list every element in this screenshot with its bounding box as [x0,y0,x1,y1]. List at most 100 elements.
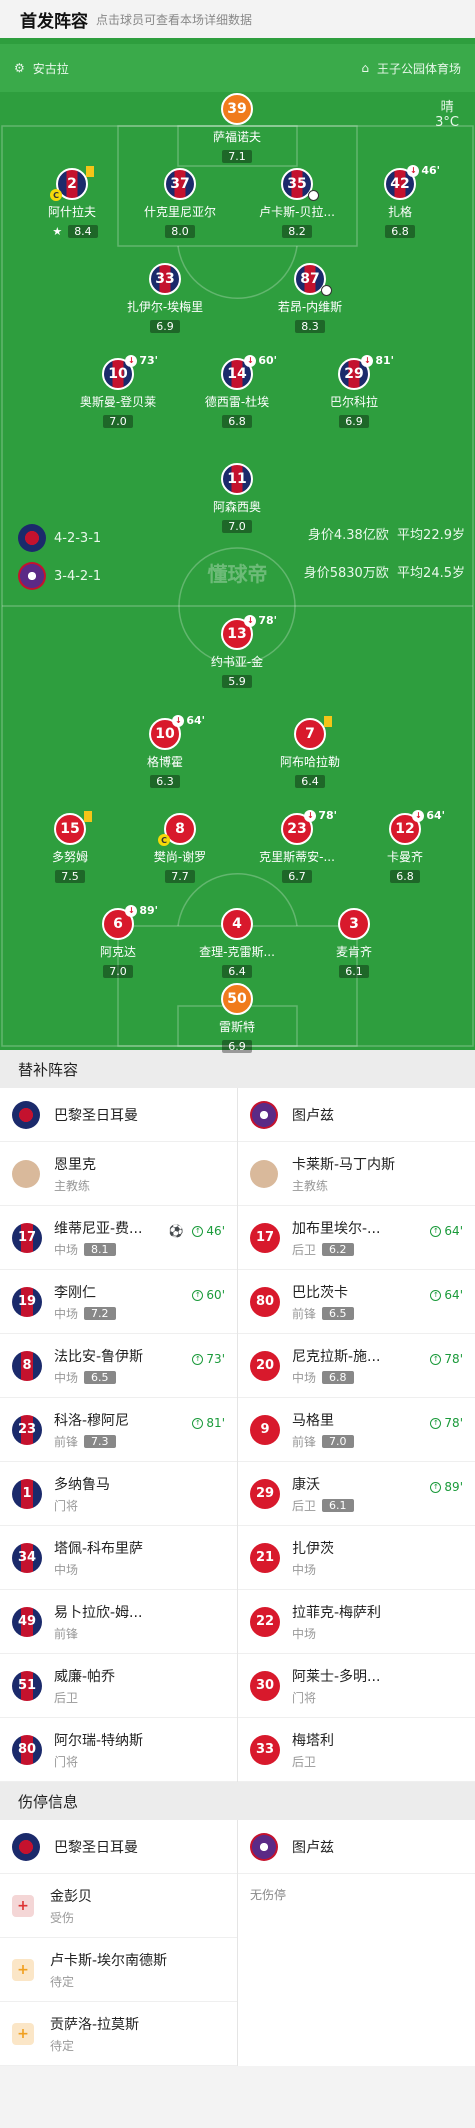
sub-arrow-icon: ↑ [192,1289,204,1301]
player-number: 33 [255,1742,275,1757]
sub-player-row[interactable]: 49 易卜拉欣-姆... 前锋 [0,1590,237,1654]
sub-on-indicator: ↑ 78' [430,1416,463,1430]
away-player[interactable]: 8 C 樊尚-谢罗 7.7 [120,813,240,884]
away-player[interactable]: 7 阿布哈拉勒 6.4 [250,716,370,789]
player-rating: 6.8 [322,1370,354,1384]
sub-player-row[interactable]: 20 尼克拉斯-施... 中场 6.8 ↑ 78' [238,1334,475,1398]
sub-player-row[interactable]: 33 梅塔利 后卫 [238,1718,475,1782]
home-player[interactable]: 35 卢卡斯-贝拉... 8.2 [237,168,357,239]
home-coach-row[interactable]: 恩里克 主教练 [0,1142,237,1206]
away-player[interactable]: 6 ↓ 89' 阿克达 7.0 [58,904,178,979]
home-team-header[interactable]: 巴黎圣日耳曼 [0,1088,237,1142]
player-number-badge: 8C [158,813,196,846]
home-subs-column: 巴黎圣日耳曼 恩里克 主教练 17 维蒂尼亚-费... 中场 8.1 ⚽ ↑ 46' 19 李刚仁… [0,1088,238,1782]
home-player[interactable]: 10 ↓ 73' 奥斯曼-登贝莱 7.0 [58,354,178,429]
match-info-bar: ⚙ 安古拉 ⌂ 王子公园体育场 [0,44,475,92]
medical-kit-icon: + [12,1894,34,1917]
player-number-badge: 87 [294,263,332,296]
player-number: 22 [255,1614,275,1629]
sub-player-row[interactable]: 17 加布里埃尔-... 后卫 6.2 ↑ 64' [238,1206,475,1270]
player-rating: 6.5 [322,1306,354,1320]
player-name: 阿森西奥 [212,500,261,514]
away-player[interactable]: 13 ↓ 78' 约书亚-金 5.9 [177,614,297,689]
away-team-name: 图卢兹 [292,1839,334,1856]
away-player[interactable]: 15 多努姆 7.5 [10,811,130,884]
player-position: 中场 [54,1306,79,1321]
home-player[interactable]: 33 扎伊尔-埃梅里 6.9 [105,263,225,334]
away-team-header[interactable]: 图卢兹 [238,1088,475,1142]
sub-player-row[interactable]: 21 扎伊茨 中场 [238,1526,475,1590]
player-name: 维蒂尼亚-费... [54,1220,143,1237]
player-position-line: 中场 [292,1625,381,1642]
player-number: 12 [395,821,415,837]
player-rating: 7.0 [103,965,133,978]
coach-role: 主教练 [292,1178,329,1193]
home-player[interactable]: 42 ↓ 46' 扎格 6.8 [340,164,460,239]
away-subs-column: 图卢兹 卡莱斯-马丁内斯 主教练 17 加布里埃尔-... 后卫 6.2 ↑ 64' 80 巴比… [238,1088,475,1782]
sub-player-row[interactable]: 19 李刚仁 中场 7.2 ↑ 60' [0,1270,237,1334]
sub-player-row[interactable]: 80 巴比茨卡 前锋 6.5 ↑ 64' [238,1270,475,1334]
player-name: 麦肯齐 [335,945,372,959]
sub-player-row[interactable]: 22 拉菲克-梅萨利 中场 [238,1590,475,1654]
injury-row[interactable]: + 贡萨洛-拉莫斯 待定 [0,2002,237,2066]
sub-player-row[interactable]: 29 康沃 后卫 6.1 ↑ 89' [238,1462,475,1526]
sub-player-row[interactable]: 51 威廉-帕乔 后卫 [0,1654,237,1718]
player-position: 中场 [54,1562,79,1577]
player-number: 20 [255,1358,275,1373]
player-position: 中场 [54,1242,79,1257]
player-number-badge: 49 [12,1606,42,1637]
home-player[interactable]: 2 C 阿什拉夫 ★ 8.4 [12,166,132,239]
away-coach-row[interactable]: 卡莱斯-马丁内斯 主教练 [238,1142,475,1206]
coach-avatar [250,1159,278,1188]
away-team-header[interactable]: 图卢兹 [238,1820,475,1874]
player-number: 8 [22,1358,32,1373]
player-position: 前锋 [54,1434,79,1449]
player-number: 6 [113,916,123,932]
sub-player-row[interactable]: 17 维蒂尼亚-费... 中场 8.1 ⚽ ↑ 46' [0,1206,237,1270]
player-position: 后卫 [292,1498,317,1513]
player-number: 23 [17,1422,37,1437]
away-player[interactable]: 12 ↓ 64' 卡曼齐 6.8 [345,809,465,884]
home-player[interactable]: 29 ↓ 81' 巴尔科拉 6.9 [294,354,414,429]
home-player[interactable]: 87 若昂-内维斯 8.3 [250,263,370,334]
sub-on-indicator: ↑ 81' [192,1416,225,1430]
sub-player-row[interactable]: 8 法比安-鲁伊斯 中场 6.5 ↑ 73' [0,1334,237,1398]
player-name: 雷斯特 [218,1020,255,1034]
player-position: 中场 [292,1562,317,1577]
home-player[interactable]: 37 什克里尼亚尔 8.0 [120,168,240,239]
player-rating: 7.0 [322,1434,354,1448]
player-position-line: 前锋 7.0 [292,1433,354,1450]
home-team-name: 巴黎圣日耳曼 [54,1839,138,1856]
injury-row[interactable]: + 金彭贝 受伤 [0,1874,237,1938]
player-info: 易卜拉欣-姆... 前锋 [54,1602,142,1642]
away-player[interactable]: 23 ↓ 78' 克里斯蒂安-... 6.7 [237,809,357,884]
player-number-badge: 12 ↓ 64' [389,809,445,845]
player-number: 10 [108,366,128,382]
away-player[interactable]: 4 查理-克雷斯... 6.4 [177,908,297,979]
player-position-line: 后卫 [54,1689,115,1706]
sub-player-row[interactable]: 30 阿莱士-多明... 门将 [238,1654,475,1718]
sub-player-row[interactable]: 1 多纳鲁马 门将 [0,1462,237,1526]
injury-row[interactable]: + 卢卡斯-埃尔南德斯 待定 [0,1938,237,2002]
sub-player-row[interactable]: 80 阿尔瑞-特纳斯 门将 [0,1718,237,1782]
rating-wrap: 6.9 [177,1035,297,1054]
home-team-header[interactable]: 巴黎圣日耳曼 [0,1820,237,1874]
home-player[interactable]: 11 阿森西奥 7.0 [177,463,297,534]
yellow-card-icon [324,716,332,727]
sub-player-row[interactable]: 9 马格里 前锋 7.0 ↑ 78' [238,1398,475,1462]
sub-arrow-icon: ↓ [244,614,257,627]
away-player[interactable]: 3 麦肯齐 6.1 [294,908,414,979]
away-player[interactable]: 50 雷斯特 6.9 [177,983,297,1054]
sub-player-row[interactable]: 23 科洛-穆阿尼 前锋 7.3 ↑ 81' [0,1398,237,1462]
home-coach-name: 恩里克 [54,1156,96,1173]
away-player[interactable]: 10 ↓ 64' 格博霍 6.3 [105,714,225,789]
sub-player-row[interactable]: 34 塔佩-科布里萨 中场 [0,1526,237,1590]
player-name: 若昂-内维斯 [277,300,343,314]
player-number: 35 [287,176,307,192]
sub-on-indicator: ↑ 64' [430,1288,463,1302]
sub-minute: 78' [258,614,277,627]
home-player[interactable]: 39 萨福诺夫 7.1 [177,93,297,164]
stadium-name: 王子公园体育场 [376,61,461,76]
player-number-badge: 29 ↓ 81' [338,354,394,390]
home-player[interactable]: 14 ↓ 60' 德西雷-杜埃 6.8 [177,354,297,429]
